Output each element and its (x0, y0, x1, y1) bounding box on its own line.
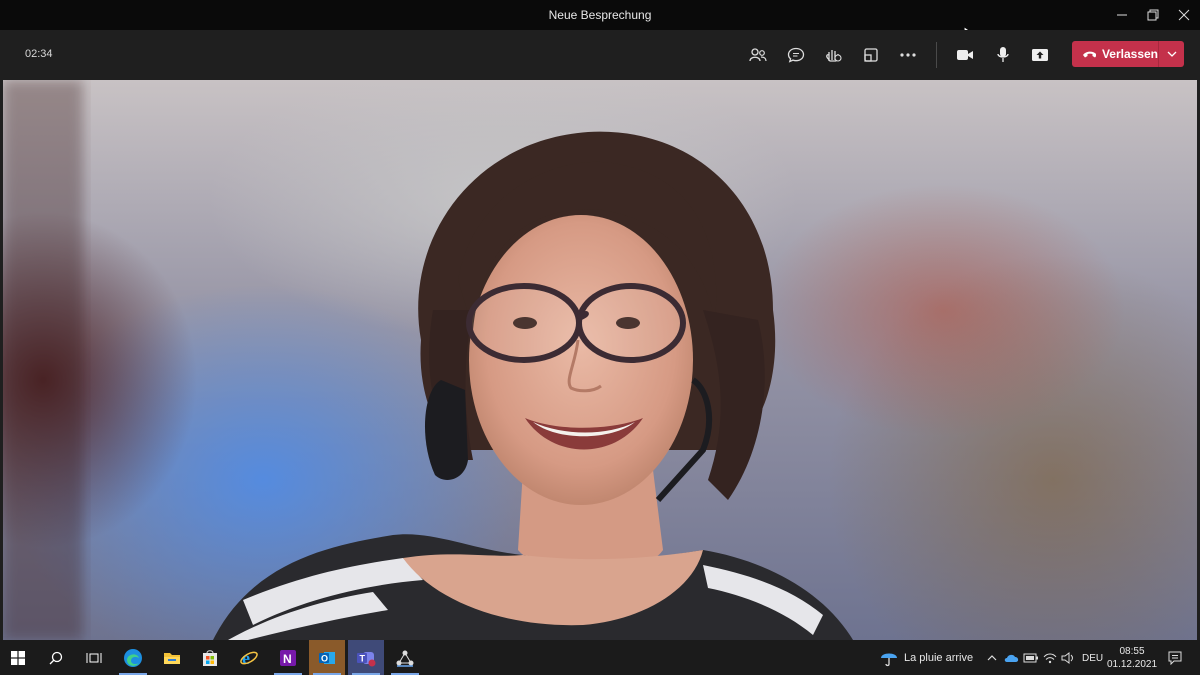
umbrella-icon (881, 653, 897, 666)
svg-text:O: O (321, 653, 328, 663)
svg-text:N: N (283, 652, 292, 666)
taskbar-internet-explorer[interactable]: e (231, 640, 267, 675)
meeting-timer: 02:34 (25, 48, 53, 60)
notification-icon (1168, 651, 1182, 665)
tray-volume[interactable] (1059, 640, 1077, 675)
teams-icon: T (357, 651, 376, 666)
taskbar: e N O T La pluie arrive DEU 08:55 01.12.… (0, 640, 1200, 675)
minimize-icon (1117, 14, 1127, 16)
chevron-up-icon (987, 654, 997, 660)
microphone-icon (997, 47, 1009, 62)
network-app-icon (396, 650, 414, 667)
internet-explorer-icon: e (240, 648, 258, 668)
task-view-button[interactable] (76, 640, 112, 675)
minimize-button[interactable] (1106, 0, 1138, 30)
raise-hand-icon (826, 50, 842, 62)
task-view-icon (86, 652, 102, 663)
participants-button[interactable] (744, 42, 772, 68)
meeting-toolbar: 02:34 Verlassen (0, 30, 1200, 80)
tray-battery[interactable] (1022, 640, 1040, 675)
clock-time: 08:55 (1119, 646, 1145, 657)
search-icon (49, 651, 63, 664)
rooms-icon (864, 48, 878, 62)
chevron-down-icon (1167, 51, 1176, 57)
svg-text:T: T (360, 653, 366, 663)
cloud-icon (1004, 654, 1019, 662)
camera-button[interactable] (951, 42, 979, 68)
restore-button[interactable] (1137, 0, 1169, 30)
more-icon (900, 53, 916, 57)
toolbar-divider (936, 42, 937, 68)
leave-button[interactable]: Verlassen (1072, 41, 1184, 67)
close-button[interactable] (1168, 0, 1200, 30)
window-title: Neue Besprechung (548, 8, 652, 22)
participants-icon (749, 48, 767, 62)
folder-icon (164, 652, 180, 664)
restore-icon (1147, 9, 1159, 21)
outlook-icon: O (319, 651, 335, 664)
weather-widget[interactable]: La pluie arrive (880, 640, 973, 675)
close-icon (1178, 9, 1190, 21)
system-clock[interactable]: 08:55 01.12.2021 (1106, 645, 1158, 671)
onenote-icon: N (280, 649, 296, 666)
battery-icon (1023, 653, 1038, 662)
tray-onedrive[interactable] (1003, 640, 1021, 675)
leave-label: Verlassen (1101, 47, 1158, 61)
wifi-icon (1043, 653, 1057, 663)
more-options-button[interactable] (894, 42, 922, 68)
taskbar-outlook[interactable]: O (309, 640, 345, 675)
camera-icon (957, 50, 973, 60)
action-center-button[interactable] (1162, 640, 1188, 675)
clock-date: 01.12.2021 (1106, 659, 1158, 670)
start-button[interactable] (0, 640, 36, 675)
store-icon (203, 649, 217, 666)
taskbar-store[interactable] (192, 640, 228, 675)
video-feed (3, 80, 1197, 640)
search-button[interactable] (38, 640, 74, 675)
chat-icon (787, 47, 805, 63)
weather-text: La pluie arrive (904, 651, 974, 664)
taskbar-network-app[interactable] (387, 640, 423, 675)
leave-options-button[interactable] (1159, 41, 1184, 67)
participant-video (3, 80, 853, 640)
chat-button[interactable] (782, 42, 810, 68)
share-content-button[interactable] (1026, 42, 1054, 68)
taskbar-teams[interactable]: T (348, 640, 384, 675)
language-indicator[interactable]: DEU (1082, 653, 1103, 664)
edge-icon (124, 648, 142, 667)
tray-wifi[interactable] (1041, 640, 1059, 675)
microphone-button[interactable] (989, 42, 1017, 68)
taskbar-onenote[interactable]: N (270, 640, 306, 675)
windows-start-icon (11, 650, 25, 665)
reactions-button[interactable] (819, 42, 847, 68)
taskbar-file-explorer[interactable] (154, 640, 190, 675)
speaker-icon (1061, 651, 1073, 664)
hang-up-icon (1083, 51, 1096, 58)
tray-overflow-button[interactable] (984, 640, 1000, 675)
leave-main[interactable]: Verlassen (1072, 41, 1158, 67)
breakout-rooms-button[interactable] (857, 42, 885, 68)
taskbar-edge[interactable] (115, 640, 151, 675)
title-bar: Neue Besprechung (0, 0, 1200, 39)
share-icon (1032, 49, 1048, 61)
